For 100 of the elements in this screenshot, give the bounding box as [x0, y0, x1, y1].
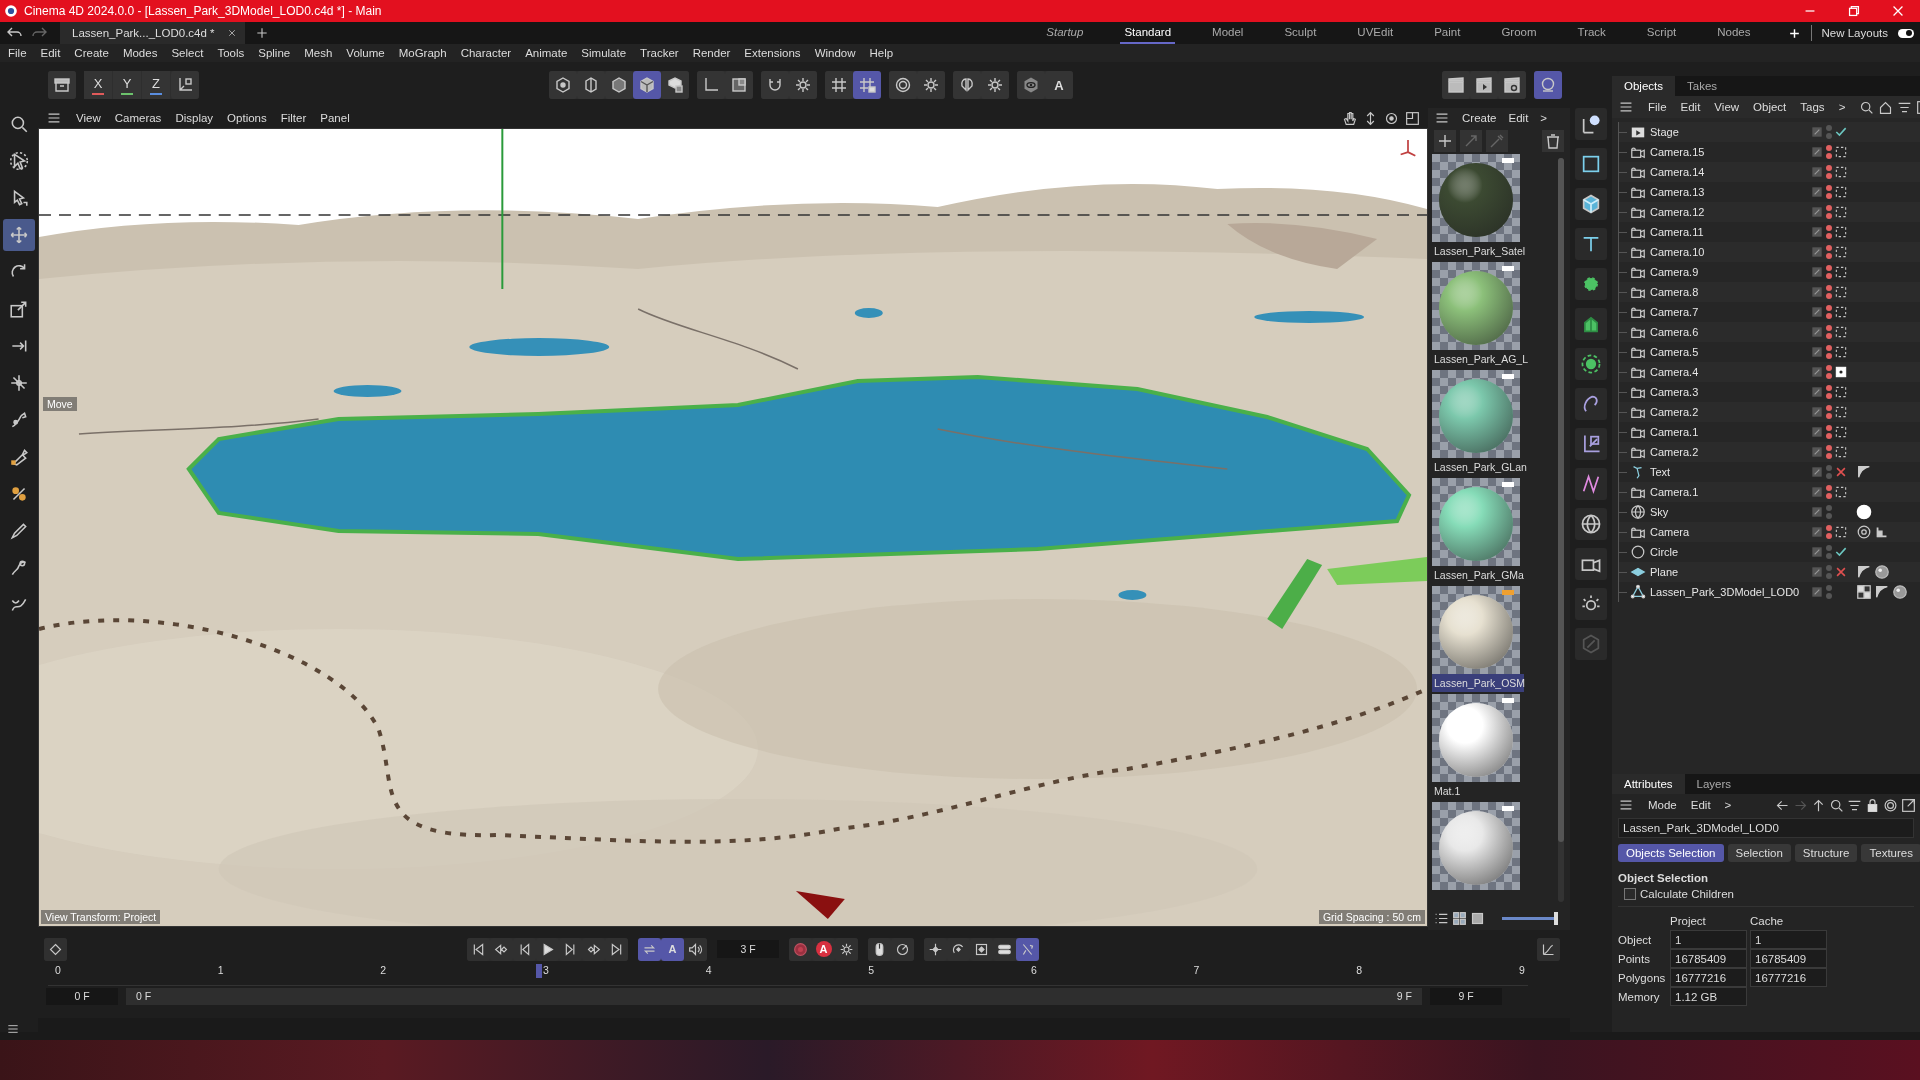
object-name[interactable]: Lassen_Park_3DModel_LOD0	[1646, 586, 1802, 598]
start-frame-field[interactable]: 0 F	[46, 987, 118, 1005]
material-name[interactable]: Mat.1	[1432, 782, 1524, 800]
document-tab[interactable]: Lassen_Park..._LOD0.c4d *	[60, 22, 245, 44]
panel-tab[interactable]: Attributes	[1612, 774, 1685, 794]
column-header: Project	[1670, 913, 1707, 929]
materials-menu-item[interactable]: Edit	[1508, 112, 1529, 124]
current-frame-field[interactable]: 3 F	[717, 940, 779, 958]
viewport-menu-item[interactable]: Filter	[280, 112, 307, 124]
hexagon-button[interactable]: A	[1045, 71, 1073, 99]
layout-tab[interactable]: Sculpt	[1280, 22, 1321, 44]
attributes-menu-item[interactable]: Edit	[1690, 799, 1711, 811]
frame-number: 7	[1193, 964, 1201, 976]
material-name[interactable]: Lassen_Park_GMa	[1432, 566, 1524, 584]
viewport-menu-item[interactable]: Options	[227, 112, 267, 124]
value-field: 16777216	[1670, 968, 1747, 987]
layout-tab[interactable]: Track	[1573, 22, 1610, 44]
object-name[interactable]: Circle	[1646, 546, 1774, 558]
range-slider[interactable]: 0 F 9 F	[126, 987, 1422, 1005]
attributes-menu-item[interactable]: Mode	[1648, 799, 1677, 811]
object-name[interactable]: Camera.7	[1646, 306, 1774, 318]
frame-number: 0	[55, 964, 62, 976]
menu-item[interactable]: Spline	[258, 47, 291, 59]
value-field: 1	[1670, 930, 1747, 949]
materials-menu-item[interactable]: Create	[1462, 112, 1497, 124]
object-name[interactable]: Sky	[1646, 506, 1774, 518]
axis-lock-button[interactable]: Y	[113, 71, 141, 99]
layout-tab[interactable]: Groom	[1497, 22, 1541, 44]
section-heading: Object Selection	[1617, 871, 1710, 886]
object-name[interactable]: Camera.13	[1646, 186, 1774, 198]
object-name[interactable]: Text	[1646, 466, 1774, 478]
viewport-menu-item[interactable]: Panel	[320, 112, 350, 124]
menu-item[interactable]: Select	[171, 47, 204, 59]
layout-tab[interactable]: Paint	[1430, 22, 1465, 44]
menu-item[interactable]: Tools	[217, 47, 245, 59]
menu-item[interactable]: Modes	[122, 47, 158, 59]
grid-spacing-label: Grid Spacing : 50 cm	[1318, 910, 1425, 924]
objects-menu-item[interactable]: File	[1648, 101, 1667, 113]
menu-item[interactable]: Extensions	[744, 47, 801, 59]
menu-item[interactable]: Render	[692, 47, 731, 59]
materials-menu-item[interactable]: >	[1540, 112, 1548, 124]
object-name[interactable]: Camera.15	[1646, 146, 1774, 158]
menu-item[interactable]: Window	[814, 47, 856, 59]
viewport-menu-item[interactable]: Display	[175, 112, 214, 124]
viewport-menu-item[interactable]: Cameras	[114, 112, 162, 124]
layout-tab[interactable]: UVEdit	[1353, 22, 1398, 44]
checkbox-label: Calculate Children	[1640, 888, 1734, 900]
frame-number: 1	[217, 964, 225, 976]
objects-menu-item[interactable]: Edit	[1680, 101, 1701, 113]
row-label: Points	[1618, 951, 1651, 967]
axis-lock-button[interactable]: X	[84, 71, 112, 99]
layout-tab[interactable]: Model	[1208, 22, 1248, 44]
objects-menu-item[interactable]: Object	[1753, 101, 1787, 113]
object-name[interactable]: Camera.9	[1646, 266, 1774, 278]
active-tool-label: Move	[43, 397, 77, 411]
panel-tab[interactable]: Layers	[1684, 774, 1744, 794]
menu-item[interactable]: Simulate	[581, 47, 627, 59]
panel-tab[interactable]: Objects	[1612, 76, 1675, 96]
menu-item[interactable]: MoGraph	[398, 47, 447, 59]
section-tab[interactable]: Objects Selection	[1618, 844, 1724, 862]
value-field: 16785409	[1750, 949, 1827, 968]
object-name[interactable]: Camera.11	[1646, 226, 1774, 238]
value-field: 1.12 GB	[1670, 987, 1747, 1006]
end-frame-field[interactable]: 9 F	[1430, 987, 1502, 1005]
menu-item[interactable]: Animate	[525, 47, 568, 59]
material-name[interactable]: Lassen_Park_OSM	[1432, 674, 1524, 692]
objects-menu-item[interactable]: >	[1838, 101, 1846, 113]
object-name-field[interactable]: Lassen_Park_3DModel_LOD0	[1618, 818, 1914, 838]
layout-tab[interactable]: Script	[1642, 22, 1681, 44]
menu-item[interactable]: Volume	[346, 47, 385, 59]
objects-menu-item[interactable]: View	[1714, 101, 1740, 113]
menu-item[interactable]: Character	[460, 47, 512, 59]
menu-item[interactable]: Mesh	[304, 47, 333, 59]
object-name[interactable]: Camera.5	[1646, 346, 1774, 358]
layout-tab[interactable]: Nodes	[1713, 22, 1755, 44]
frame-ruler[interactable]: 0 1 2 3 4 5 6 7 8 9	[48, 964, 1528, 986]
object-name[interactable]: Camera.1	[1646, 426, 1774, 438]
section-tab[interactable]: Structure	[1794, 844, 1858, 862]
panel-tab[interactable]: Takes	[1675, 76, 1730, 96]
layout-tab[interactable]: Startup	[1042, 22, 1088, 44]
menu-item[interactable]: Tracker	[640, 47, 679, 59]
material-name[interactable]: Lassen_Park_Satel	[1432, 242, 1524, 260]
menu-item[interactable]: File	[8, 47, 27, 59]
objects-menu-item[interactable]: Tags	[1800, 101, 1825, 113]
value-field: 16777216	[1750, 968, 1827, 987]
frame-number: 5	[868, 964, 876, 976]
section-tab[interactable]: Textures	[1861, 844, 1920, 862]
timeline-mode-button[interactable]: A	[661, 937, 684, 961]
frame-number: 9	[1518, 964, 1526, 976]
menu-item[interactable]: Create	[74, 47, 109, 59]
frame-number: 2	[380, 964, 388, 976]
section-tab[interactable]: Selection	[1727, 844, 1791, 862]
viewport-menu-item[interactable]: View	[76, 112, 101, 124]
menu-item[interactable]: Edit	[40, 47, 61, 59]
row-label: Polygons	[1618, 970, 1667, 986]
attributes-menu-item[interactable]: >	[1724, 799, 1732, 811]
axis-lock-button[interactable]: Z	[142, 71, 170, 99]
object-name[interactable]: Camera.3	[1646, 386, 1774, 398]
frame-number: 8	[1356, 964, 1364, 976]
menu-item[interactable]: Help	[869, 47, 894, 59]
